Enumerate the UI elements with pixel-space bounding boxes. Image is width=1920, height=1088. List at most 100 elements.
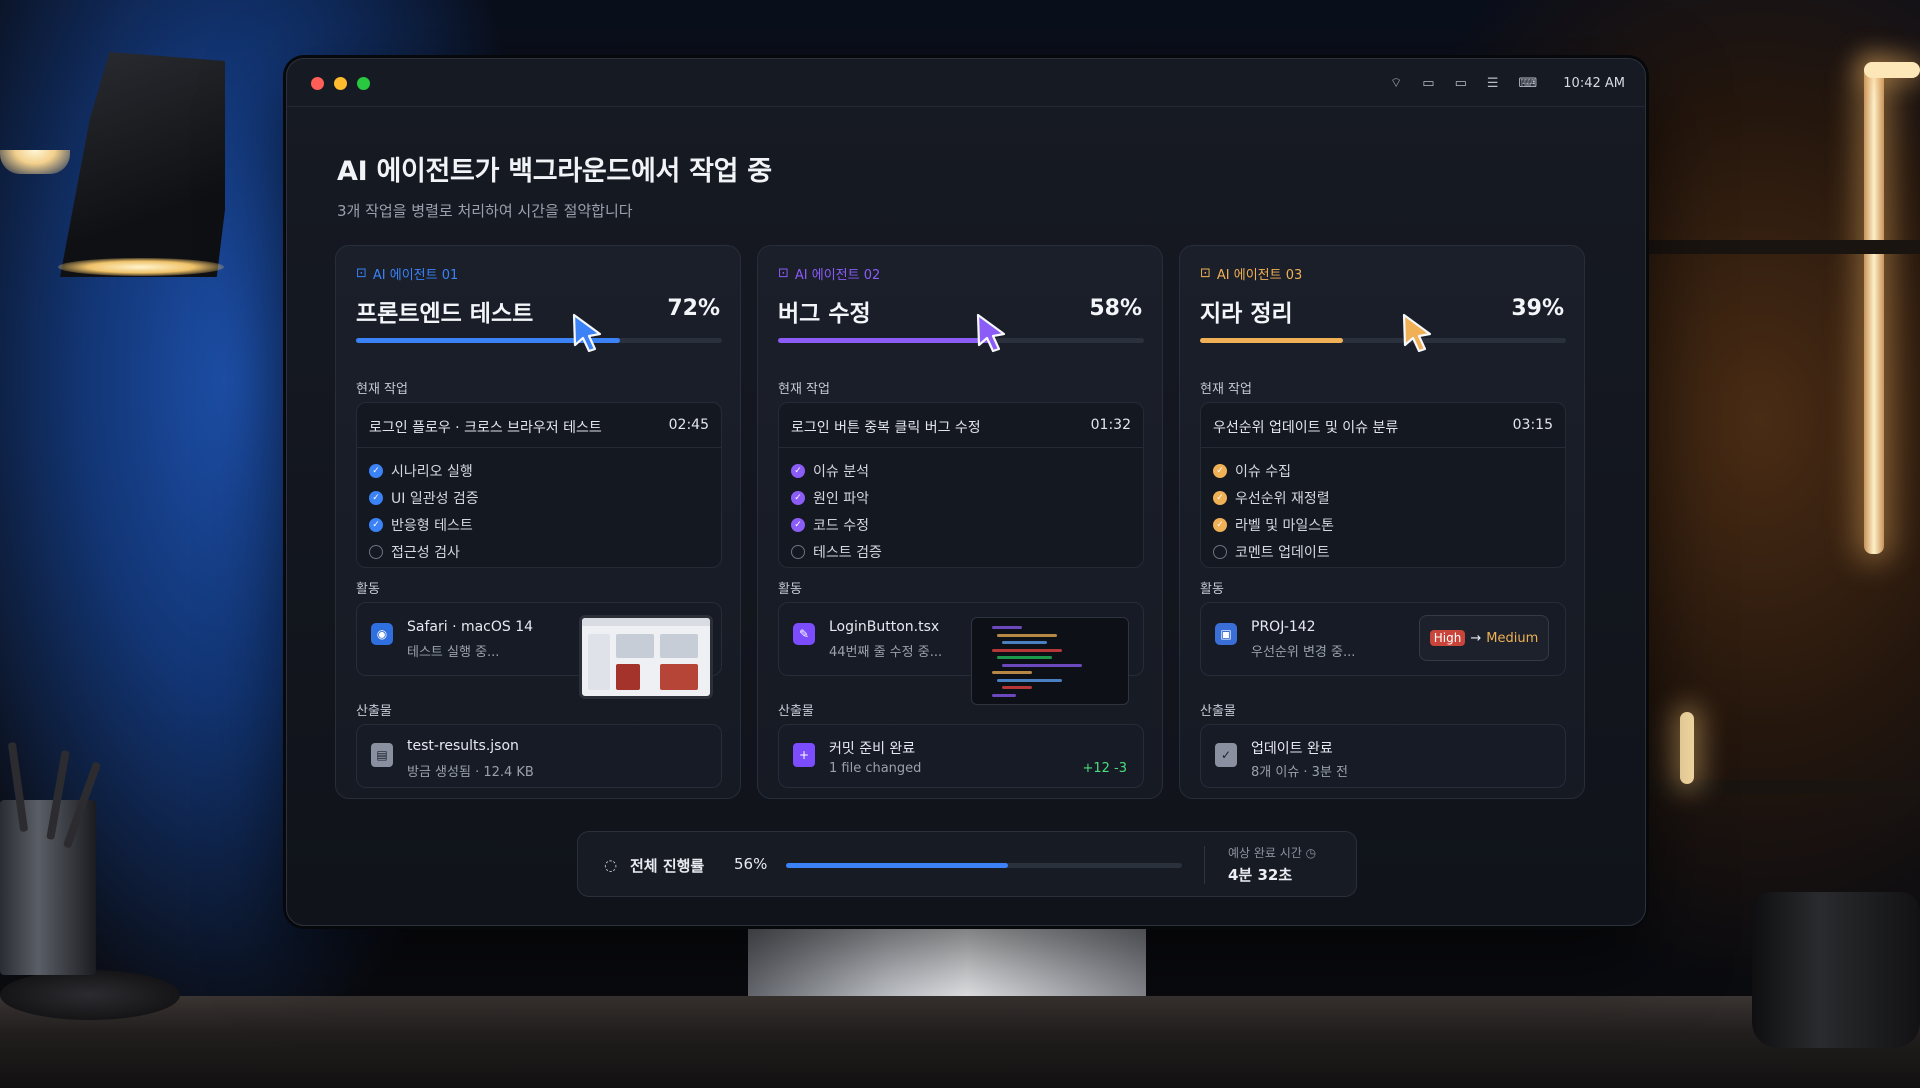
code-line — [997, 656, 1052, 659]
battery-icon[interactable]: ▭ — [1422, 76, 1434, 91]
neon-light — [1864, 64, 1884, 554]
check-circle-icon: ✓ — [791, 517, 805, 532]
check-circle-icon: ✓ — [369, 517, 383, 532]
agent-progress-track — [356, 338, 722, 343]
wifi-icon[interactable]: ⌔ — [1390, 75, 1402, 91]
eta-value: 4분 32초 — [1228, 866, 1293, 884]
step-label: 이슈 분석 — [813, 463, 869, 480]
lamp-light — [58, 258, 224, 276]
step-item: ✓ 시나리오 실행 — [369, 457, 479, 484]
checkbox-icon: ✓ — [1215, 743, 1237, 767]
agent-progress-fill — [778, 338, 991, 343]
empty-circle-icon — [791, 544, 805, 559]
clock: 10:42 AM — [1563, 75, 1625, 91]
lamp-base — [0, 970, 180, 1020]
divider — [357, 447, 721, 448]
agent-percent: 58% — [1089, 296, 1142, 321]
step-label: UI 일관성 검증 — [391, 490, 479, 507]
activity-title: LoginButton.tsx — [829, 619, 940, 635]
overall-progress-track — [786, 863, 1182, 868]
step-item: 테스트 검증 — [791, 538, 882, 565]
close-window-button[interactable] — [311, 77, 324, 90]
step-label: 코멘트 업데이트 — [1235, 544, 1330, 561]
step-label: 코드 수정 — [813, 517, 869, 534]
empty-circle-icon — [369, 544, 383, 559]
mouse-cursor-icon — [572, 313, 602, 353]
code-line — [992, 648, 1062, 652]
divider — [1204, 846, 1205, 884]
code-line — [992, 626, 1022, 629]
output-panel[interactable]: ▤ test-results.json 방금 생성됨 · 12.4 KB — [356, 724, 722, 788]
maximize-window-button[interactable] — [357, 77, 370, 90]
agent-title: 프론트엔드 테스트 — [356, 301, 534, 327]
agent-tag: ⊡ AI 에이전트 03 — [1200, 264, 1302, 283]
mouse-cursor-icon — [1402, 313, 1432, 353]
agent-card[interactable]: ⊡ AI 에이전트 01 프론트엔드 테스트 72% 현재 작업 로그인 플로우 · 크로… — [335, 245, 741, 799]
output-meta: 방금 생성됨 · 12.4 KB — [407, 765, 534, 780]
desk — [0, 996, 1920, 1088]
output-title: 업데이트 완료 — [1251, 741, 1333, 757]
page-header: AI 에이전트가 백그라운드에서 작업 중 3개 작업을 병렬로 처리하여 시간… — [337, 149, 1597, 221]
output-label: 산출물 — [778, 704, 814, 719]
task-timer: 01:32 — [1090, 417, 1131, 433]
activity-label: 활동 — [778, 582, 802, 597]
step-item: 접근성 검사 — [369, 538, 479, 565]
step-list: ✓ 이슈 수집 ✓ 우선순위 재정렬 ✓ 라벨 및 마일스톤 코멘트 업데이트 — [1213, 457, 1334, 565]
page-subtitle: 3개 작업을 병렬로 처리하여 시간을 절약합니다 — [337, 202, 633, 220]
activity-panel[interactable]: ◉ Safari · macOS 14 테스트 실행 중... — [356, 602, 722, 699]
step-item: ✓ 우선순위 재정렬 — [1213, 484, 1334, 511]
step-item: ✓ 이슈 수집 — [1213, 457, 1334, 484]
output-panel[interactable]: + 커밋 준비 완료 1 file changed +12 -3 — [778, 724, 1144, 788]
output-panel[interactable]: ✓ 업데이트 완료 8개 이슈 · 3분 전 — [1200, 724, 1566, 788]
code-line — [997, 633, 1057, 637]
menu-icon[interactable]: ☰ — [1487, 76, 1499, 91]
step-label: 우선순위 재정렬 — [1235, 490, 1330, 507]
task-title: 로그인 플로우 · 크로스 브라우저 테스트 — [369, 420, 602, 436]
check-circle-icon: ✓ — [1213, 463, 1227, 478]
agent-progress-track — [1200, 338, 1566, 343]
priority-from: High — [1429, 630, 1466, 646]
commit-icon: + — [793, 743, 815, 767]
step-label: 이슈 수집 — [1235, 463, 1291, 480]
code-line — [1002, 641, 1047, 644]
eta-label: 예상 완료 시간 ◷ — [1228, 846, 1317, 860]
code-edit-icon: ✎ — [793, 623, 815, 645]
app-window: ⌔ ▭ ▭ ☰ ⌨ 10:42 AM AI 에이전트가 백그라운드에서 작업 중… — [286, 58, 1646, 926]
current-task-panel: 로그인 플로우 · 크로스 브라우저 테스트 02:45 ✓ 시나리오 실행 ✓ UI 일… — [356, 402, 722, 568]
code-line — [997, 678, 1062, 682]
step-label: 반응형 테스트 — [391, 517, 473, 534]
agent-percent: 72% — [667, 296, 720, 321]
task-timer: 02:45 — [668, 417, 709, 433]
output-meta: 8개 이슈 · 3분 전 — [1251, 765, 1349, 780]
current-task-panel: 로그인 버튼 중복 클릭 버그 수정 01:32 ✓ 이슈 분석 ✓ 원인 파악 ✓ 코드 수… — [778, 402, 1144, 568]
step-item: ✓ 원인 파악 — [791, 484, 882, 511]
desk-lamp — [60, 52, 225, 277]
file-icon: ▤ — [371, 743, 393, 767]
activity-label: 활동 — [1200, 582, 1224, 597]
agent-card[interactable]: ⊡ AI 에이전트 02 버그 수정 58% 현재 작업 로그인 버튼 중복 클릭 버그 … — [757, 245, 1163, 799]
code-line — [1002, 686, 1032, 689]
output-title: 커밋 준비 완료 — [829, 741, 916, 757]
current-task-label: 현재 작업 — [1200, 382, 1252, 397]
step-item: 코멘트 업데이트 — [1213, 538, 1334, 565]
window-controls — [311, 77, 370, 90]
overall-progress-bar: ◌ 전체 진행률 56% 예상 완료 시간 ◷ 4분 32초 — [577, 831, 1357, 897]
page-title: AI 에이전트가 백그라운드에서 작업 중 — [337, 156, 772, 187]
display-icon[interactable]: ▭ — [1455, 76, 1467, 91]
check-circle-icon: ✓ — [791, 463, 805, 478]
agent-progress-track — [778, 338, 1144, 343]
step-list: ✓ 이슈 분석 ✓ 원인 파악 ✓ 코드 수정테스트 검증 — [791, 457, 882, 565]
activity-panel[interactable]: ▣ PROJ-142 우선순위 변경 중... High → Medium — [1200, 602, 1566, 676]
step-label: 원인 파악 — [813, 490, 869, 507]
priority-to: Medium — [1486, 630, 1539, 646]
agent-tag-label: AI 에이전트 01 — [372, 268, 459, 283]
code-preview[interactable] — [971, 617, 1129, 705]
agent-title: 지라 정리 — [1200, 301, 1293, 327]
agent-tag-label: AI 에이전트 02 — [794, 268, 881, 283]
agent-card[interactable]: ⊡ AI 에이전트 03 지라 정리 39% 현재 작업 우선순위 업데이트 및 이슈 분… — [1179, 245, 1585, 799]
check-circle-icon: ✓ — [791, 490, 805, 505]
activity-panel[interactable]: ✎ LoginButton.tsx 44번째 줄 수정 중... — [778, 602, 1144, 705]
keyboard-icon[interactable]: ⌨ — [1519, 76, 1538, 91]
minimize-window-button[interactable] — [334, 77, 347, 90]
browser-preview[interactable] — [579, 615, 713, 699]
